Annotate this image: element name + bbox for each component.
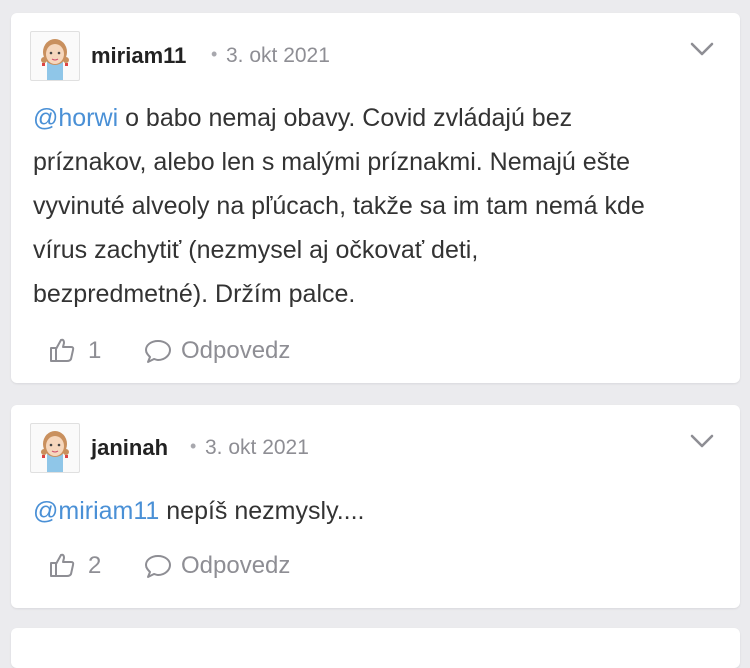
comment-actions: 1 Odpovedz (48, 336, 368, 366)
reply-button[interactable]: Odpovedz (181, 552, 290, 580)
speech-bubble-icon[interactable] (144, 553, 172, 579)
thumbs-up-icon[interactable] (48, 336, 76, 364)
comment-actions: 2 Odpovedz (48, 551, 368, 581)
comment-header: miriam11 • 3. okt 2021 (30, 31, 720, 83)
comment-date: 3. okt 2021 (226, 44, 330, 67)
chevron-down-icon[interactable] (690, 433, 714, 449)
mention-link[interactable]: @miriam11 (33, 497, 159, 525)
avatar[interactable] (30, 423, 80, 473)
like-count: 2 (88, 552, 102, 579)
reply-button[interactable]: Odpovedz (181, 337, 290, 365)
comment-card: janinah • 3. okt 2021 @miriam11 nepíš ne… (11, 405, 740, 608)
author-name[interactable]: miriam11 (91, 43, 186, 69)
meta-separator: • (190, 436, 197, 456)
meta-separator: • (211, 44, 218, 64)
comment-text: @miriam11 nepíš nezmysly.... (33, 497, 365, 525)
comment-date: 3. okt 2021 (205, 436, 309, 459)
comment-text: @horwi o babo nemaj obavy. Covid zvládaj… (33, 104, 645, 308)
comment-card (11, 628, 740, 668)
author-name[interactable]: janinah (91, 435, 168, 461)
mention-link[interactable]: @horwi (33, 104, 118, 132)
avatar[interactable] (30, 31, 80, 81)
speech-bubble-icon[interactable] (144, 338, 172, 364)
thumbs-up-icon[interactable] (48, 551, 76, 579)
comment-header: janinah • 3. okt 2021 (30, 423, 720, 475)
chevron-down-icon[interactable] (690, 41, 714, 57)
comment-card: miriam11 • 3. okt 2021 @horwi o babo nem… (11, 13, 740, 383)
like-count: 1 (88, 337, 102, 364)
